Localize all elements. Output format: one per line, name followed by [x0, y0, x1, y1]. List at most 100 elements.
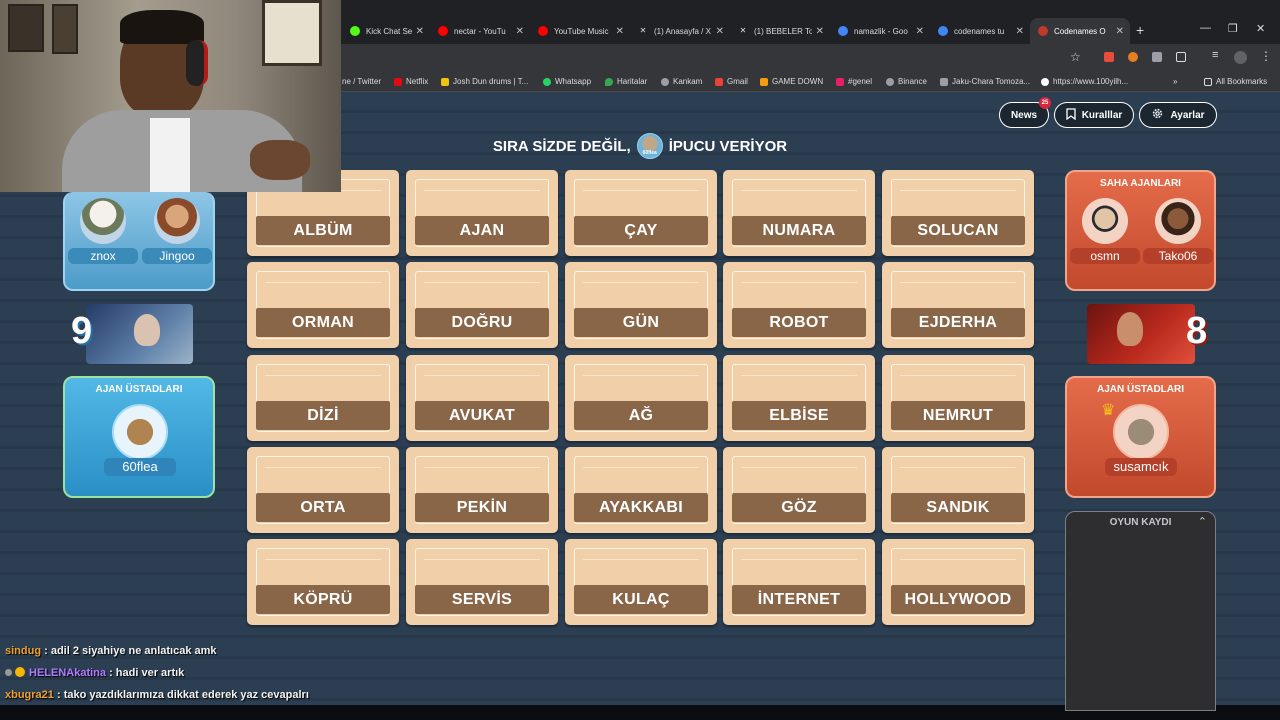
card-divider — [741, 190, 857, 191]
bookmark-star-icon[interactable]: ☆ — [1070, 50, 1081, 64]
blue-spymaster[interactable]: 60flea — [104, 404, 176, 476]
close-icon[interactable]: ✕ — [1116, 26, 1124, 37]
tab-youtube-music[interactable]: YouTube Music ✕ — [530, 18, 630, 44]
tab-x-home[interactable]: ✕ (1) Anasayfa / X ✕ — [630, 18, 730, 44]
bookmark-josh-dun[interactable]: Josh Dun drums | T... — [441, 77, 528, 86]
close-window-icon[interactable]: ✕ — [1256, 22, 1265, 35]
close-icon[interactable]: ✕ — [816, 26, 824, 37]
word-card[interactable]: AYAKKABI — [565, 447, 717, 533]
gear-icon — [1151, 107, 1164, 123]
word-card[interactable]: GÖZ — [723, 447, 875, 533]
word-card[interactable]: AJAN — [406, 170, 558, 256]
word-card[interactable]: SANDIK — [882, 447, 1034, 533]
bookmark-icon — [441, 77, 449, 86]
tab-youtube[interactable]: nectar - YouTu ✕ — [430, 18, 530, 44]
bookmarks-overflow-icon[interactable]: » — [1173, 77, 1177, 86]
bookmark-binance[interactable]: Binance — [886, 77, 927, 86]
word-card[interactable]: ROBOT — [723, 262, 875, 348]
close-icon[interactable]: ✕ — [416, 26, 424, 37]
word-card[interactable]: DOĞRU — [406, 262, 558, 348]
bookmark-genel[interactable]: #genel — [836, 77, 872, 86]
card-divider — [424, 190, 540, 191]
all-bookmarks[interactable]: All Bookmarks — [1204, 77, 1267, 86]
word-card[interactable]: PEKİN — [406, 447, 558, 533]
rules-button[interactable]: Kuralllar — [1054, 102, 1134, 128]
card-word: PEKİN — [415, 493, 549, 522]
word-card[interactable]: ORTA — [247, 447, 399, 533]
tab-kick-chat[interactable]: Kick Chat Sear ✕ — [342, 18, 430, 44]
avatar — [154, 198, 200, 244]
extension-fox-icon[interactable] — [1128, 52, 1138, 62]
close-icon[interactable]: ✕ — [1016, 26, 1024, 37]
settings-button[interactable]: Ayarlar — [1139, 102, 1217, 128]
extensions-puzzle-icon[interactable] — [1176, 52, 1186, 62]
media-control-icon[interactable]: ≡ — [1212, 49, 1218, 61]
bookmark-jaku[interactable]: Jaku-Chara Tomoza... — [940, 77, 1030, 86]
red-operative[interactable]: Tako06 — [1143, 198, 1213, 264]
tab-label: (1) BEBELER To — [754, 26, 812, 36]
card-divider — [900, 190, 1016, 191]
word-card[interactable]: AVUKAT — [406, 355, 558, 441]
bookmark-kankam[interactable]: Kankam — [661, 77, 702, 86]
profile-avatar[interactable] — [1234, 51, 1247, 64]
chevron-up-icon[interactable]: ⌃ — [1198, 515, 1207, 528]
restore-icon[interactable]: ❐ — [1228, 22, 1238, 35]
tab-google-namazlik[interactable]: namazlik - Goo ✕ — [830, 18, 930, 44]
word-card[interactable]: EJDERHA — [882, 262, 1034, 348]
blue-operative[interactable]: znox — [68, 198, 138, 264]
red-operative[interactable]: osmn — [1070, 198, 1140, 264]
extension-shield-icon[interactable] — [1104, 52, 1114, 62]
card-divider — [424, 375, 540, 376]
card-word: ORMAN — [256, 308, 390, 337]
bookmark-gmail[interactable]: Gmail — [715, 77, 748, 86]
bookmark-label: Haritalar — [617, 77, 648, 86]
word-card[interactable]: AĞ — [565, 355, 717, 441]
word-card[interactable]: NUMARA — [723, 170, 875, 256]
word-card[interactable]: İNTERNET — [723, 539, 875, 625]
bookmark-twitter[interactable]: ne / Twitter — [342, 77, 381, 86]
word-card[interactable]: GÜN — [565, 262, 717, 348]
bookmark-game-down[interactable]: GAME DOWN — [760, 77, 823, 86]
card-word: AĞ — [574, 401, 708, 430]
word-card[interactable]: ORMAN — [247, 262, 399, 348]
globe-icon — [886, 77, 894, 86]
close-icon[interactable]: ✕ — [616, 26, 624, 37]
word-card[interactable]: ELBİSE — [723, 355, 875, 441]
word-card[interactable]: SOLUCAN — [882, 170, 1034, 256]
tab-google-codenames[interactable]: codenames tu ✕ — [930, 18, 1030, 44]
blue-score: 9 — [71, 310, 93, 352]
chat-text: : tako yazdıklarımıza dikkat ederek yaz … — [53, 689, 309, 701]
google-icon — [838, 26, 848, 36]
bookmark-label: #genel — [848, 77, 873, 86]
card-divider — [424, 467, 540, 468]
bookmark-label: Whatsapp — [555, 77, 592, 86]
agent-portrait — [134, 314, 160, 346]
close-icon[interactable]: ✕ — [716, 26, 724, 37]
bookmark-netflix[interactable]: Netflix — [394, 77, 428, 86]
word-card[interactable]: KÖPRÜ — [247, 539, 399, 625]
tab-x-bebeler[interactable]: ✕ (1) BEBELER To ✕ — [730, 18, 830, 44]
close-icon[interactable]: ✕ — [516, 26, 524, 37]
news-button[interactable]: News 25 — [999, 97, 1051, 128]
word-card[interactable]: SERVİS — [406, 539, 558, 625]
word-card[interactable]: KULAÇ — [565, 539, 717, 625]
close-icon[interactable]: ✕ — [916, 26, 924, 37]
rules-label: Kuralllar — [1081, 109, 1123, 121]
minimize-icon[interactable]: — — [1200, 22, 1211, 34]
blue-operative[interactable]: Jingoo — [142, 198, 212, 264]
extension-icon[interactable] — [1152, 52, 1162, 62]
word-card[interactable]: HOLLYWOOD — [882, 539, 1034, 625]
menu-dots-icon[interactable]: ⋮ — [1260, 49, 1272, 63]
bookmark-maps[interactable]: Haritalar — [605, 77, 647, 86]
tab-codenames-active[interactable]: Codenames O ✕ — [1030, 18, 1130, 44]
bookmark-whatsapp[interactable]: Whatsapp — [543, 77, 591, 86]
word-card[interactable]: ÇAY — [565, 170, 717, 256]
wall-frame — [8, 4, 44, 52]
red-spymaster[interactable]: susamcık — [1105, 404, 1177, 476]
word-card[interactable]: DİZİ — [247, 355, 399, 441]
bookmark-100yil[interactable]: https://www.100yilh... — [1041, 77, 1128, 86]
new-tab-button[interactable]: + — [1136, 22, 1144, 38]
word-card[interactable]: NEMRUT — [882, 355, 1034, 441]
card-divider — [583, 282, 699, 283]
card-divider — [741, 282, 857, 283]
